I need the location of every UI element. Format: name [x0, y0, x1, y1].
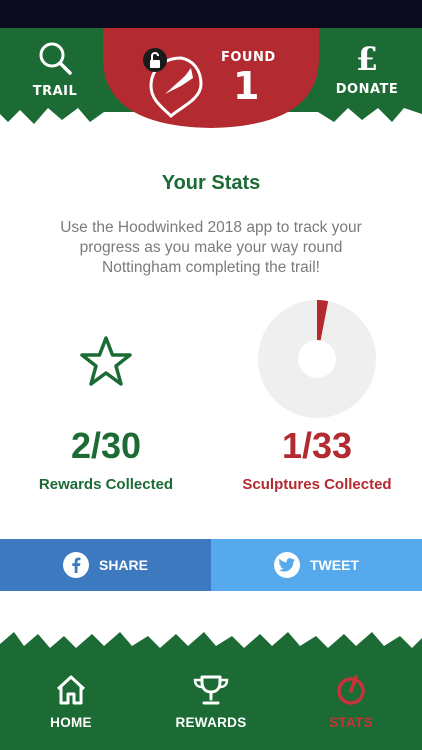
facebook-icon	[62, 552, 89, 578]
twitter-icon	[274, 552, 300, 578]
facebook-share-button[interactable]: SHARE	[0, 539, 211, 591]
found-count: 1	[233, 64, 260, 108]
header: TRAIL FOUND 1 £ DONATE	[0, 28, 422, 133]
home-icon	[56, 675, 86, 705]
star-icon	[80, 336, 132, 386]
sculptures-progress-ring	[258, 300, 376, 418]
tweet-label: TWEET	[310, 557, 359, 573]
rewards-label: Rewards Collected	[38, 476, 174, 493]
trophy-icon	[193, 675, 229, 705]
nav-stats[interactable]: STATS	[296, 674, 406, 730]
sculpture-pin-icon	[143, 48, 203, 118]
donate-label: DONATE	[335, 82, 399, 97]
bottom-nav: HOME REWARDS STATS	[0, 630, 422, 750]
stats-description: Use the Hoodwinked 2018 app to track you…	[60, 219, 362, 276]
sculptures-value: 1/33	[281, 425, 353, 466]
nav-rewards-label: REWARDS	[175, 715, 247, 730]
nav-stats-label: STATS	[329, 715, 373, 730]
page-title: Your Stats	[161, 172, 261, 194]
donate-button[interactable]: £ DONATE	[312, 40, 422, 97]
search-icon	[39, 42, 72, 75]
status-bar	[0, 0, 422, 28]
trail-label: TRAIL	[32, 84, 78, 99]
share-label: SHARE	[98, 557, 148, 573]
trail-button[interactable]: TRAIL	[0, 40, 110, 99]
nav-home-label: HOME	[50, 715, 92, 730]
twitter-tweet-button[interactable]: TWEET	[211, 539, 422, 591]
rewards-value: 2/30	[70, 425, 142, 466]
found-label: FOUND	[221, 50, 276, 65]
pound-icon: £	[355, 40, 379, 78]
stats-icon	[337, 675, 365, 705]
share-row: SHARE TWEET	[0, 539, 422, 591]
sculptures-label: Sculptures Collected	[242, 476, 392, 493]
found-counter[interactable]: FOUND 1	[103, 28, 319, 133]
nav-rewards[interactable]: REWARDS	[156, 674, 266, 730]
nav-home[interactable]: HOME	[16, 674, 126, 730]
